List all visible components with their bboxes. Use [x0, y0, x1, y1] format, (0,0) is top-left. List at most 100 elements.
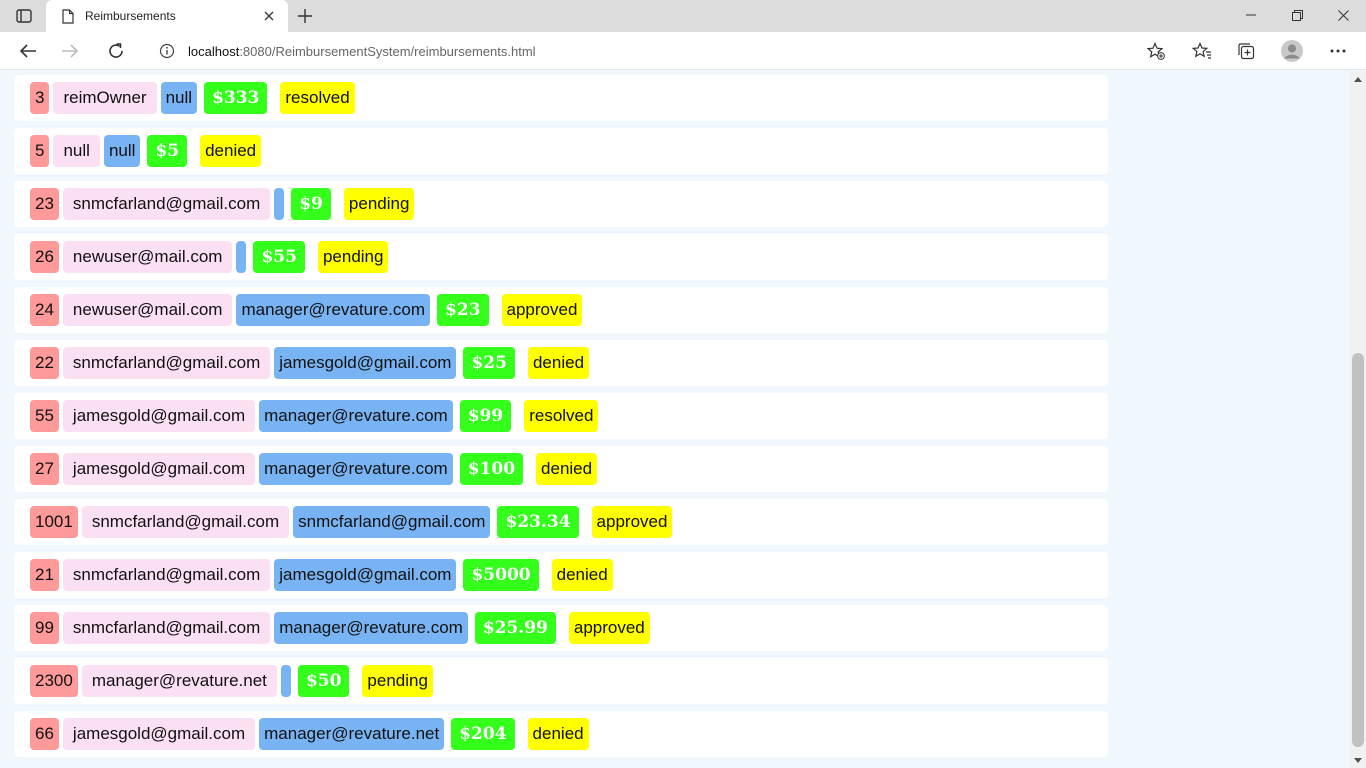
reimbursement-id: 1001 [30, 506, 78, 538]
page-icon [60, 8, 76, 24]
reimbursement-amount: $333 [204, 82, 268, 114]
reimbursement-owner: null [53, 135, 100, 167]
close-window-button[interactable] [1320, 0, 1366, 30]
refresh-icon[interactable] [100, 36, 132, 66]
reimbursement-status: denied [527, 347, 590, 379]
reimbursement-owner: jamesgold@gmail.com [62, 453, 256, 485]
more-options-icon[interactable] [1322, 36, 1354, 66]
reimbursement-row: 21 snmcfarland@gmail.com jamesgold@gmail.c… [14, 552, 1108, 598]
site-info-icon[interactable] [158, 42, 176, 60]
tab-actions-icon[interactable] [10, 6, 38, 26]
reimbursement-id: 99 [30, 612, 59, 644]
reimbursement-id: 21 [30, 559, 59, 591]
scrollbar-thumb[interactable] [1352, 353, 1364, 747]
reimbursement-status: approved [568, 612, 650, 644]
reimbursement-amount: $25 [463, 347, 515, 379]
reimbursement-owner: snmcfarland@gmail.com [62, 559, 271, 591]
reimbursement-amount: $99 [459, 400, 512, 432]
reimbursement-id: 66 [30, 718, 59, 750]
reimbursement-id: 22 [30, 347, 59, 379]
reimbursement-owner: snmcfarland@gmail.com [62, 188, 271, 220]
url-host: localhost [188, 43, 240, 59]
reimbursement-resolver [280, 665, 291, 697]
forward-arrow-icon[interactable] [54, 36, 86, 66]
close-tab-icon[interactable] [260, 7, 278, 25]
reimbursement-owner: manager@revature.net [81, 665, 277, 697]
reimbursement-row: 24 newuser@mail.com manager@revature.com $2… [14, 287, 1108, 333]
restore-button[interactable] [1274, 0, 1320, 30]
reimbursement-id: 3 [30, 82, 50, 114]
back-arrow-icon[interactable] [12, 36, 44, 66]
collections-icon[interactable] [1230, 36, 1262, 66]
profile-avatar[interactable] [1276, 36, 1308, 66]
reimbursement-resolver [274, 188, 285, 220]
reimbursement-amount: $23.34 [497, 506, 579, 538]
reimbursement-row: 26 newuser@mail.com $55 pending [14, 234, 1108, 280]
reimbursement-resolver: manager@revature.com [274, 612, 468, 644]
minimize-button[interactable] [1228, 0, 1274, 30]
new-tab-button[interactable] [292, 4, 318, 28]
reimbursement-id: 27 [30, 453, 59, 485]
reimbursement-id: 26 [30, 241, 59, 273]
reimbursement-amount: $25.99 [474, 612, 556, 644]
reimbursement-id: 55 [30, 400, 59, 432]
reimbursement-resolver: null [103, 135, 141, 167]
reimbursement-status: denied [200, 135, 262, 167]
reimbursement-id: 2300 [30, 665, 78, 697]
reimbursement-resolver: manager@revature.com [236, 294, 431, 326]
reimbursement-status: denied [527, 718, 589, 750]
tab-bar: Reimbursements [0, 0, 1366, 32]
reimbursement-owner: jamesgold@gmail.com [62, 718, 256, 750]
reimbursement-resolver: manager@revature.net [259, 718, 445, 750]
reimbursement-amount: $100 [459, 453, 524, 485]
reimbursement-row: 27 jamesgold@gmail.com manager@revature.co… [14, 446, 1108, 492]
reimbursement-row: 55 jamesgold@gmail.com manager@revature.co… [14, 393, 1108, 439]
reimbursement-row: 23 snmcfarland@gmail.com $9 pending [14, 181, 1108, 227]
favorites-icon[interactable] [1186, 36, 1218, 66]
reimbursement-owner: snmcfarland@gmail.com [62, 347, 271, 379]
reimbursement-resolver: manager@revature.com [259, 453, 453, 485]
reimbursement-id: 23 [30, 188, 59, 220]
reimbursement-amount: $204 [451, 718, 515, 750]
url-text: localhost:8080/ReimbursementSystem/reimb… [188, 44, 536, 59]
reimbursement-row: 22 snmcfarland@gmail.com jamesgold@gmail.c… [14, 340, 1108, 386]
reimbursement-owner: snmcfarland@gmail.com [81, 506, 290, 538]
reimbursement-row: 5 null null $5 denied [14, 128, 1108, 174]
reimbursement-status: pending [343, 188, 415, 220]
reimbursement-status: approved [501, 294, 583, 326]
reimbursement-resolver [236, 241, 247, 273]
reimbursement-resolver: snmcfarland@gmail.com [293, 506, 491, 538]
reimbursement-status: denied [551, 559, 613, 591]
tab-title: Reimbursements [85, 9, 176, 23]
reimbursement-amount: $5 [147, 135, 188, 167]
reimbursement-amount: $50 [297, 665, 350, 697]
reimbursement-owner: jamesgold@gmail.com [62, 400, 256, 432]
address-bar[interactable]: localhost:8080/ReimbursementSystem/reimb… [146, 36, 1174, 66]
reimbursement-amount: $5000 [463, 559, 539, 591]
scroll-up-arrow-icon[interactable] [1350, 73, 1366, 85]
page-content: 3 reimOwner null $333 resolved 5 null null $5 den… [0, 71, 1350, 768]
reimbursement-id: 24 [30, 294, 59, 326]
reimbursement-amount: $23 [437, 294, 489, 326]
scroll-down-arrow-icon[interactable] [1350, 754, 1366, 766]
reimbursement-status: pending [362, 665, 433, 697]
reimbursement-resolver: null [160, 82, 198, 114]
reimbursement-amount: $9 [291, 188, 331, 220]
reimbursement-row: 3 reimOwner null $333 resolved [14, 75, 1108, 121]
reimbursement-status: resolved [280, 82, 355, 114]
reimbursement-row: 99 snmcfarland@gmail.com manager@revature.… [14, 605, 1108, 651]
reimbursement-row: 2300 manager@revature.net $50 pending [14, 658, 1108, 704]
vertical-scrollbar[interactable] [1350, 71, 1366, 768]
reimbursement-owner: newuser@mail.com [62, 294, 233, 326]
reimbursement-status: approved [591, 506, 673, 538]
reimbursement-status: pending [317, 241, 389, 273]
reimbursement-resolver: jamesgold@gmail.com [274, 559, 457, 591]
browser-toolbar: localhost:8080/ReimbursementSystem/reimb… [0, 32, 1366, 70]
tab-reimbursements[interactable]: Reimbursements [46, 0, 288, 32]
reimbursement-row: 66 jamesgold@gmail.com manager@revature.ne… [14, 711, 1108, 757]
reimbursement-owner: reimOwner [53, 82, 157, 114]
reimbursement-status: resolved [524, 400, 599, 432]
add-favorite-icon[interactable] [1146, 41, 1166, 61]
reimbursement-owner: newuser@mail.com [62, 241, 233, 273]
reimbursement-row: 1001 snmcfarland@gmail.com snmcfarland@gma… [14, 499, 1108, 545]
